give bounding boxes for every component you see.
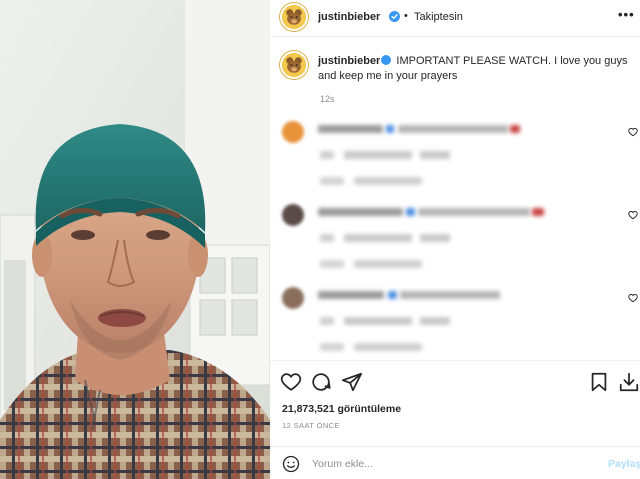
comment-avatar[interactable] xyxy=(282,287,304,309)
save-button[interactable] xyxy=(588,371,610,393)
video-frame xyxy=(0,0,270,479)
comment-item xyxy=(270,121,640,201)
comment-input[interactable] xyxy=(312,455,592,473)
blurred-view-replies xyxy=(354,177,422,185)
blurred-comment-username xyxy=(318,125,383,133)
caption-timestamp[interactable]: 12s xyxy=(320,94,335,104)
avatar[interactable] xyxy=(280,3,308,31)
blurred-comment-badge xyxy=(406,208,415,216)
comment-avatar[interactable] xyxy=(282,204,304,226)
post-media-video[interactable] xyxy=(0,0,270,479)
blurred-comment-text xyxy=(418,208,530,216)
blurred-comment-emoji xyxy=(532,208,544,216)
bookmark-icon xyxy=(591,372,607,392)
comment-avatar[interactable] xyxy=(282,121,304,143)
blurred-comment-text xyxy=(400,291,500,299)
post-caption: justinbieber IMPORTANT PLEASE WATCH. I l… xyxy=(270,46,640,116)
post-actions-bar xyxy=(270,360,640,400)
blurred-comment-meta xyxy=(344,234,412,242)
separator-dot: • xyxy=(404,10,408,22)
comment-item xyxy=(270,204,640,284)
blurred-view-replies xyxy=(354,343,422,351)
caption-body: justinbieber IMPORTANT PLEASE WATCH. I l… xyxy=(318,54,628,84)
blurred-comment-meta xyxy=(320,234,334,242)
blurred-comment-badge xyxy=(386,125,394,133)
caption-username[interactable]: justinbieber xyxy=(318,55,380,67)
blurred-comment-meta xyxy=(320,317,334,325)
blurred-view-replies xyxy=(354,260,422,268)
blurred-comment-meta xyxy=(420,317,450,325)
view-count[interactable]: 21,873,521 görüntüleme xyxy=(282,403,401,415)
post-panel: justinbieber • Takiptesin ••• justinbieb… xyxy=(270,0,640,479)
caption-avatar[interactable] xyxy=(280,51,308,79)
smiley-icon xyxy=(282,455,300,473)
heart-icon[interactable] xyxy=(628,127,638,137)
blurred-comment-badge xyxy=(388,291,397,299)
heart-icon xyxy=(280,373,302,391)
heart-icon[interactable] xyxy=(628,293,638,303)
blurred-comment-meta xyxy=(420,151,450,159)
bear-avatar-icon xyxy=(282,5,306,29)
heart-icon[interactable] xyxy=(628,210,638,220)
post-timestamp[interactable]: 12 SAAT ÖNCE xyxy=(282,421,340,430)
verified-badge-icon xyxy=(389,11,400,22)
following-button[interactable]: Takiptesin xyxy=(414,11,463,23)
post-author-username[interactable]: justinbieber xyxy=(318,11,380,23)
blurred-view-replies xyxy=(320,343,344,351)
bear-avatar-icon xyxy=(282,53,306,77)
send-icon xyxy=(341,372,363,392)
blurred-comment-username xyxy=(318,208,403,216)
blurred-comment-meta xyxy=(344,317,412,325)
blurred-comment-emoji xyxy=(510,125,520,133)
comment-button[interactable] xyxy=(310,371,332,393)
like-button[interactable] xyxy=(280,371,302,393)
blurred-view-replies xyxy=(320,177,344,185)
more-options-icon[interactable]: ••• xyxy=(618,7,635,22)
blurred-comment-username xyxy=(318,291,384,299)
add-comment-bar: Paylaş xyxy=(270,446,640,479)
post-header: justinbieber • Takiptesin ••• xyxy=(270,0,640,37)
comment-item xyxy=(270,287,640,367)
share-button[interactable] xyxy=(341,371,363,393)
blurred-comment-meta xyxy=(344,151,412,159)
comment-icon xyxy=(312,373,331,391)
download-icon xyxy=(619,372,639,392)
blurred-view-replies xyxy=(320,260,344,268)
blurred-comment-text xyxy=(398,125,508,133)
verified-badge-icon xyxy=(381,55,392,65)
post-comment-button[interactable]: Paylaş xyxy=(608,458,640,470)
download-button[interactable] xyxy=(618,371,640,393)
blurred-comment-meta xyxy=(420,234,450,242)
emoji-button[interactable] xyxy=(282,455,300,473)
blurred-comment-meta xyxy=(320,151,334,159)
